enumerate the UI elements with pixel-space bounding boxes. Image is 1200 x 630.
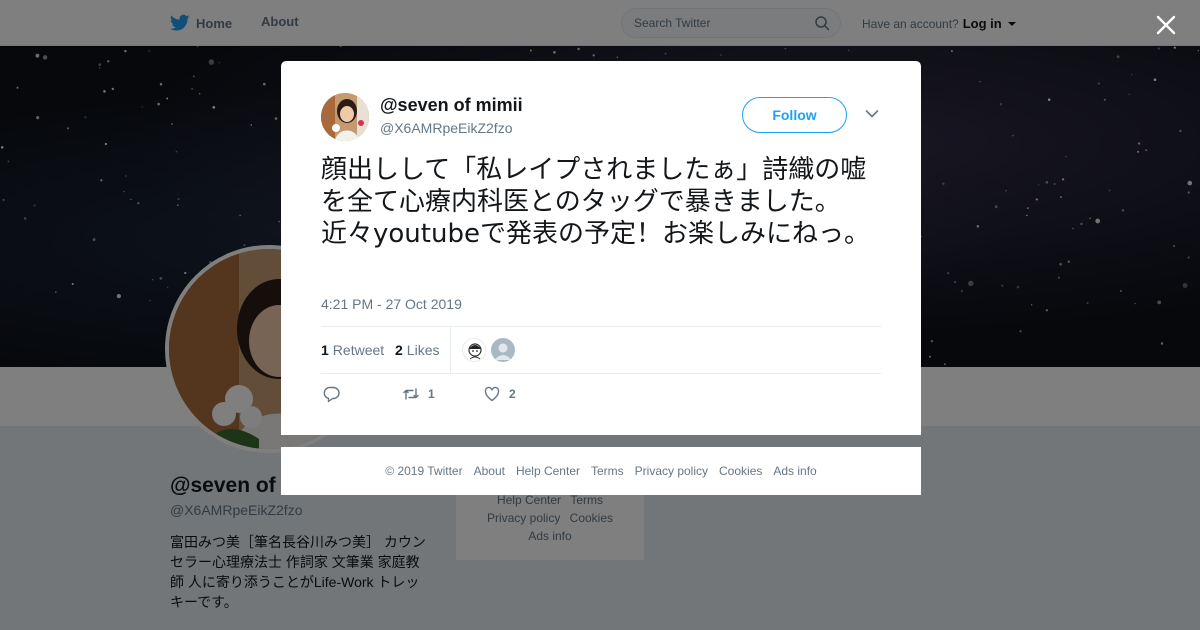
stats-divider <box>450 327 451 374</box>
tweet-timestamp[interactable]: 4:21 PM - 27 Oct 2019 <box>321 296 462 312</box>
tweet-actions: 1 2 <box>321 385 621 405</box>
tweet-text: 顔出しして「私レイプされましたぁ」詩織の嘘を全て心療内科医とのタッグで暴きました… <box>321 155 870 249</box>
chevron-down-icon[interactable] <box>865 109 879 119</box>
tweet-author-avatar-photo <box>321 93 369 141</box>
footer-about-link[interactable]: About <box>474 464 505 478</box>
default-profile-icon <box>494 343 512 360</box>
tweet-author-avatar[interactable] <box>321 93 369 141</box>
close-icon[interactable] <box>1154 13 1178 37</box>
footer-copyright: © 2019 Twitter <box>385 464 463 478</box>
tweet-modal: @seven of mimii @X6AMRpeEikZ2fzo Follow … <box>281 61 921 435</box>
retweet-icon <box>403 388 419 400</box>
retweet-stat-label: Retweet <box>332 342 385 358</box>
liker-avatar-drawing <box>468 343 482 360</box>
follow-button[interactable]: Follow <box>742 97 847 133</box>
likes-stat-label: Likes <box>406 342 440 358</box>
tweet-author-name[interactable]: @seven of mimii <box>380 95 523 116</box>
retweet-button[interactable]: 1 <box>402 385 435 403</box>
tweet-author-handle[interactable]: @X6AMRpeEikZ2fzo <box>380 120 512 136</box>
liker-avatar-default[interactable] <box>491 338 515 362</box>
like-count: 2 <box>395 342 403 358</box>
footer-cookies-link[interactable]: Cookies <box>719 464 762 478</box>
retweet-count: 1 <box>321 342 329 358</box>
modal-footer: © 2019 Twitter About Help Center Terms P… <box>281 447 921 495</box>
tweet-stats: 1 Retweet 2 Likes <box>321 326 881 374</box>
likes-stat[interactable]: 2 Likes <box>395 342 439 358</box>
footer-terms-link[interactable]: Terms <box>591 464 624 478</box>
liker-avatar[interactable] <box>462 338 486 362</box>
heart-icon <box>484 386 500 402</box>
footer-ads-link[interactable]: Ads info <box>773 464 816 478</box>
retweet-stat[interactable]: 1 Retweet <box>321 342 384 358</box>
retweet-action-count: 1 <box>428 387 435 401</box>
like-button[interactable]: 2 <box>483 385 516 403</box>
footer-privacy-link[interactable]: Privacy policy <box>635 464 708 478</box>
footer-help-link[interactable]: Help Center <box>516 464 580 478</box>
like-action-count: 2 <box>509 387 516 401</box>
reply-button[interactable] <box>323 385 341 403</box>
reply-icon <box>323 386 340 403</box>
